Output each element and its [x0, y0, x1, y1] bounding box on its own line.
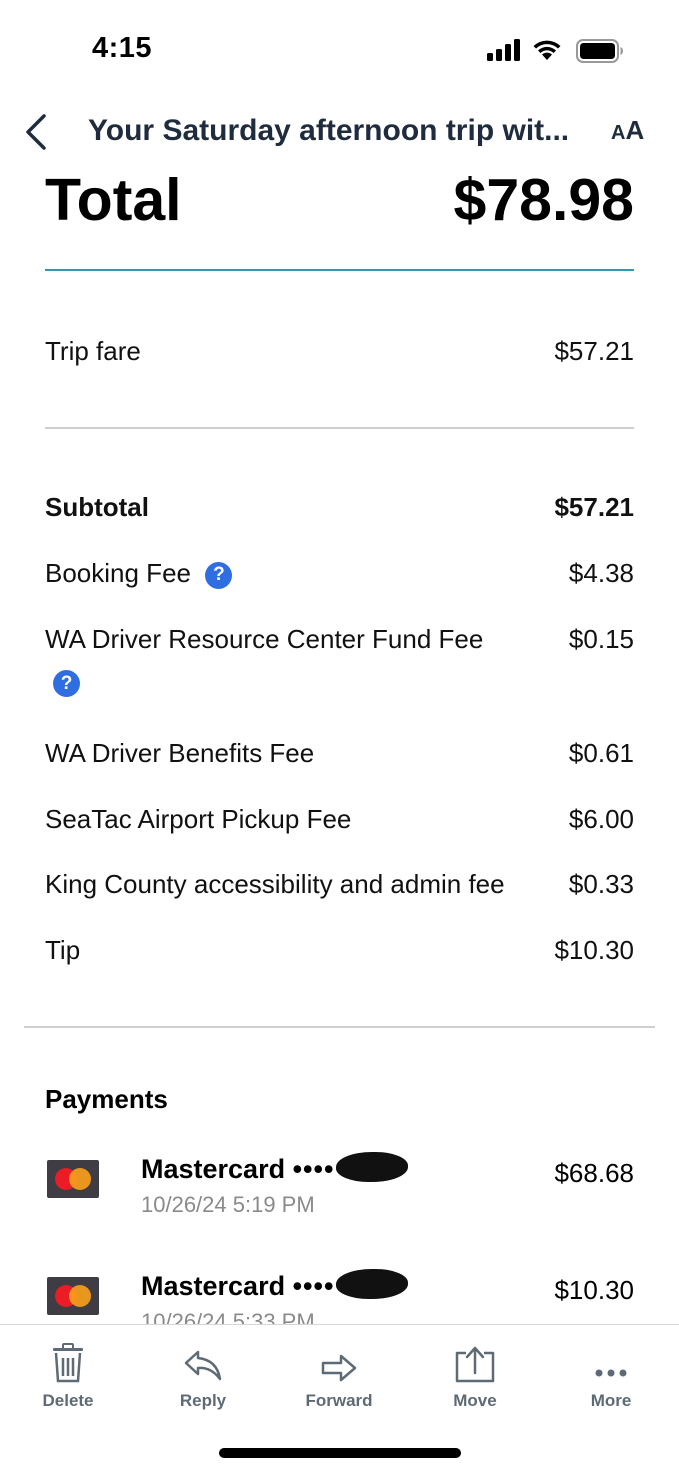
payment-amount: $68.68 — [554, 1158, 634, 1188]
status-bar: 4:15 — [0, 0, 679, 100]
payment-item: Mastercard •••• 10/26/24 5:33 PM $10.30 — [0, 1269, 679, 1324]
help-icon[interactable]: ? — [205, 561, 233, 589]
reply-label: Reply — [179, 1391, 227, 1410]
forward-button[interactable]: Forward — [289, 1335, 389, 1411]
forward-label: Forward — [305, 1391, 373, 1410]
home-indicator[interactable] — [219, 1448, 461, 1458]
tip-amount: $10.30 — [554, 935, 634, 965]
payment-date: 10/26/24 5:19 PM — [141, 1192, 315, 1217]
fee-label: Booking Fee ? — [45, 558, 233, 589]
wifi-icon — [533, 40, 561, 60]
total-divider — [45, 269, 634, 271]
fee-amount: $6.00 — [568, 804, 634, 834]
fee-amount: $0.61 — [568, 738, 634, 768]
delete-button[interactable]: Delete — [18, 1335, 118, 1411]
message-header: Your Saturday afternoon trip wit... AA — [0, 100, 679, 162]
move-label: Move — [453, 1391, 497, 1410]
more-label: More — [590, 1391, 632, 1410]
forward-arrow-icon — [321, 1354, 357, 1382]
trash-icon — [53, 1343, 83, 1383]
text-size-button[interactable]: AA — [611, 115, 644, 146]
fee-label: King County accessibility and admin fee — [45, 869, 505, 899]
mastercard-logo-icon — [47, 1277, 99, 1315]
subtotal-amount: $57.21 — [554, 492, 634, 522]
reply-icon — [184, 1350, 222, 1381]
text-size-small-glyph: A — [611, 122, 626, 144]
mastercard-logo-icon — [47, 1160, 99, 1198]
fare-divider — [45, 427, 634, 429]
fee-amount: $4.38 — [568, 558, 634, 588]
payments-heading: Payments — [45, 1084, 168, 1114]
redaction-mark — [336, 1269, 409, 1299]
fee-row: WA Driver Resource Center Fund Fee $0.15… — [45, 624, 634, 704]
payments-divider — [24, 1026, 655, 1028]
card-name: Mastercard •••• — [141, 1152, 409, 1185]
fee-amount: $0.15 — [568, 624, 634, 654]
more-dots-icon — [595, 1369, 627, 1377]
more-button[interactable]: More — [561, 1335, 661, 1411]
help-icon[interactable]: ? — [53, 670, 80, 697]
redaction-mark — [336, 1152, 409, 1182]
total-row: Total $78.98 — [45, 162, 634, 242]
status-time: 4:15 — [92, 32, 153, 64]
reply-button[interactable]: Reply — [153, 1335, 253, 1411]
fee-amount: $0.33 — [568, 869, 634, 899]
trip-fare-amount: $57.21 — [554, 336, 634, 366]
delete-label: Delete — [42, 1391, 94, 1410]
total-amount: $78.98 — [453, 167, 634, 233]
fee-label: SeaTac Airport Pickup Fee — [45, 804, 352, 834]
text-size-big-glyph: A — [625, 115, 645, 145]
battery-icon — [576, 39, 623, 63]
cellular-signal-icon — [487, 39, 520, 61]
subtotal-label: Subtotal — [45, 492, 149, 522]
fee-label: WA Driver Benefits Fee — [45, 738, 315, 768]
move-to-folder-icon — [455, 1346, 495, 1383]
message-subject: Your Saturday afternoon trip wit... — [88, 114, 570, 147]
move-button[interactable]: Move — [425, 1335, 525, 1411]
payment-amount: $10.30 — [554, 1275, 634, 1305]
card-name: Mastercard •••• — [141, 1269, 409, 1302]
total-label: Total — [45, 167, 182, 233]
payment-item: Mastercard •••• 10/26/24 5:19 PM $68.68 — [0, 1152, 679, 1232]
fee-label: WA Driver Resource Center Fund Fee — [45, 624, 484, 654]
back-chevron-icon[interactable] — [22, 108, 52, 156]
message-body[interactable]: Total $78.98 Trip fare $57.21 Subtotal $… — [0, 162, 679, 1324]
tip-label: Tip — [45, 935, 81, 965]
trip-fare-label: Trip fare — [45, 336, 141, 366]
payment-date: 10/26/24 5:33 PM — [141, 1309, 315, 1324]
